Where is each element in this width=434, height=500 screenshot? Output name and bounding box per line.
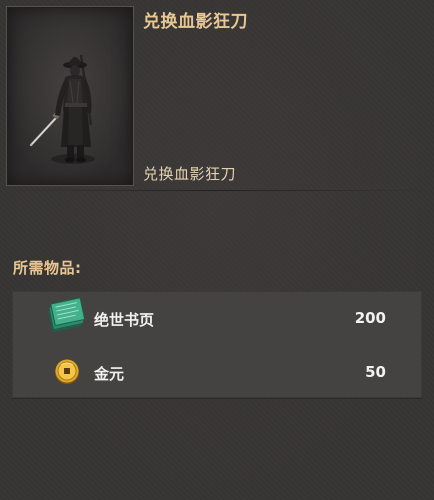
requirement-quantity: 50 xyxy=(365,363,386,381)
jade-book-pages-icon xyxy=(42,293,92,343)
requirement-name: 金元 xyxy=(94,365,125,383)
swordsman-figure-icon xyxy=(29,54,95,164)
character-portrait xyxy=(6,6,134,186)
reward-item-name: 兑换血影狂刀 xyxy=(143,165,237,183)
requirement-quantity: 200 xyxy=(354,309,386,327)
requirement-name: 绝世书页 xyxy=(94,311,155,329)
requirements-list: 绝世书页 200 金元 50 xyxy=(12,291,422,398)
exchange-dialog: 兑换血影狂刀 兑换血影狂刀 所需物品: 绝世书页 200 金元 50 xyxy=(0,0,434,500)
section-divider xyxy=(0,190,434,191)
dialog-title: 兑换血影狂刀 xyxy=(143,12,248,32)
requirement-row-book-pages[interactable]: 绝世书页 200 xyxy=(12,293,422,345)
gold-coin-icon xyxy=(42,347,92,397)
requirements-label: 所需物品: xyxy=(13,259,82,277)
requirement-row-gold[interactable]: 金元 50 xyxy=(12,346,422,398)
